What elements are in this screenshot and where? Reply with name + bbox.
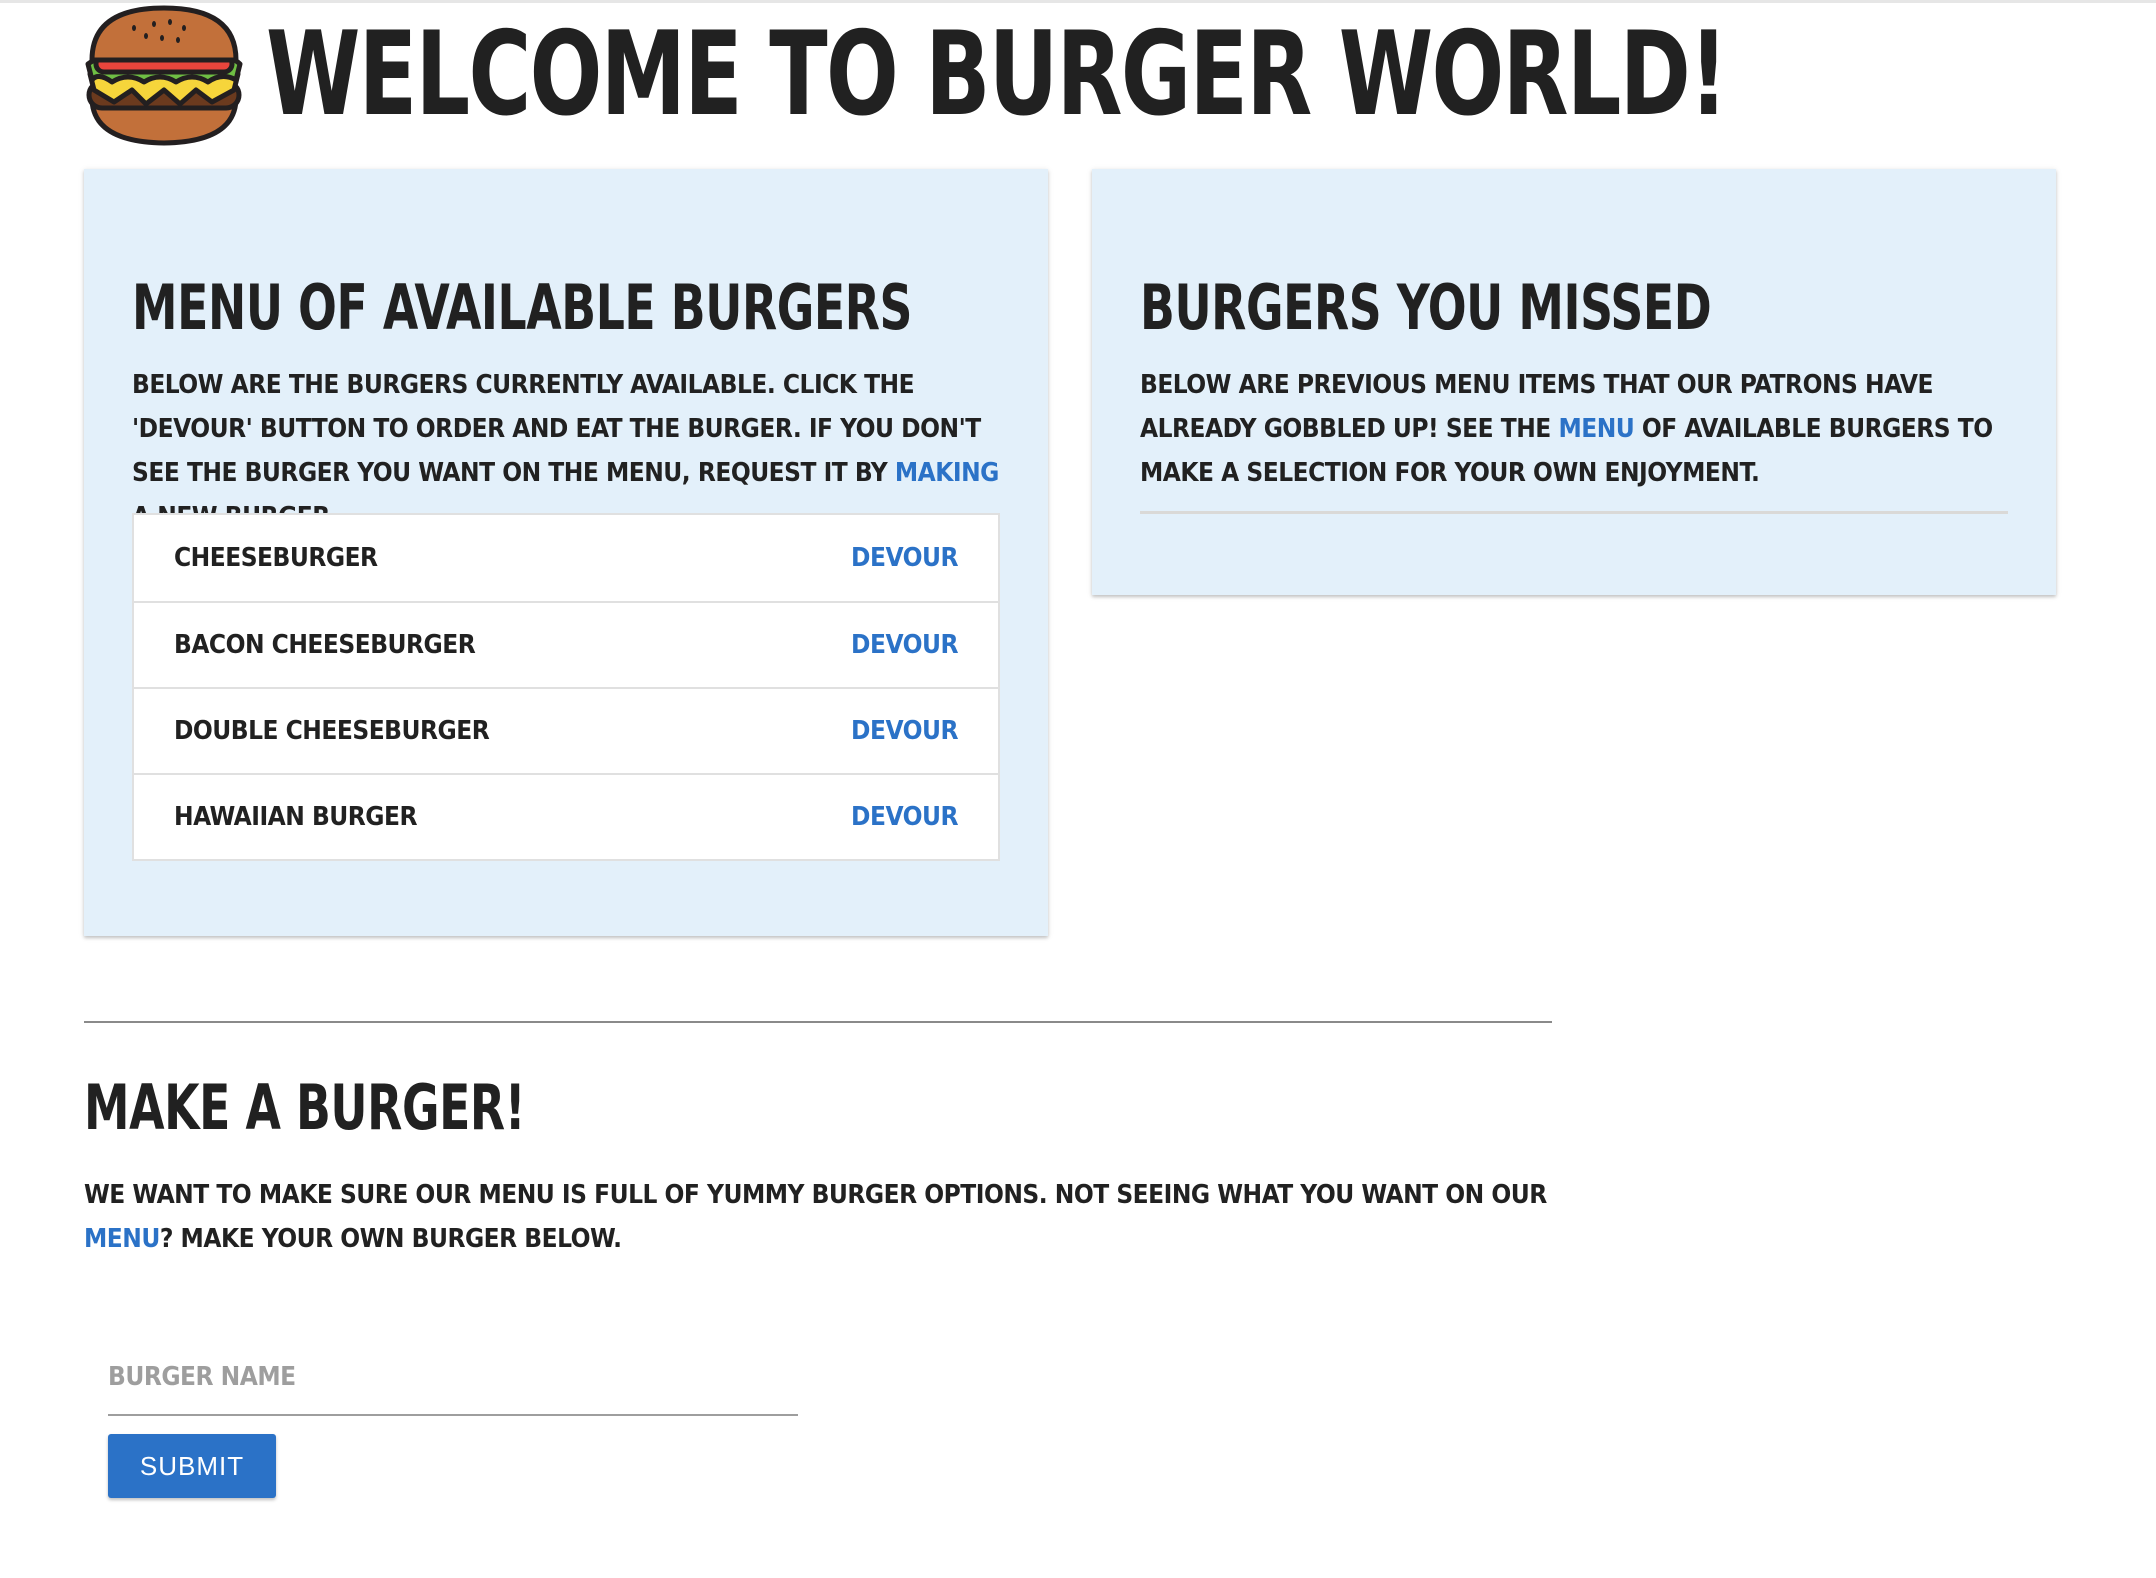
devour-button[interactable]: DEVOUR [851,543,958,573]
menu-link[interactable]: MENU [1558,414,1634,444]
submit-button[interactable]: SUBMIT [108,1434,276,1498]
section-divider [84,1021,1552,1023]
burger-icon [85,5,243,146]
list-item: BACON CHEESEBURGER DEVOUR [134,601,998,687]
page-title: WELCOME TO BURGER WORLD! [266,7,1728,142]
missed-burgers-card: BURGERS YOU MISSED BELOW ARE PREVIOUS ME… [1092,169,2056,595]
menu-card: MENU OF AVAILABLE BURGERS BELOW ARE THE … [84,169,1048,936]
burger-name-input[interactable] [108,1340,798,1416]
list-item: HAWAIIAN BURGER DEVOUR [134,773,998,859]
make-burger-description: WE WANT TO MAKE SURE OUR MENU IS FULL OF… [84,1173,1552,1261]
missed-card-description: BELOW ARE PREVIOUS MENU ITEMS THAT OUR P… [1140,363,2008,495]
devour-button[interactable]: DEVOUR [851,802,958,832]
make-text-start: WE WANT TO MAKE SURE OUR MENU IS FULL OF… [84,1180,1547,1210]
make-burger-title: MAKE A BURGER! [84,1071,526,1144]
page: WELCOME TO BURGER WORLD! MENU OF AVAILAB… [0,0,2156,1578]
making-link[interactable]: MAKING [895,458,999,488]
site-header: WELCOME TO BURGER WORLD! [84,0,2047,150]
burger-name: CHEESEBURGER [174,543,378,573]
burger-name: BACON CHEESEBURGER [174,630,476,660]
make-burger-form: SUBMIT [108,1340,798,1498]
devour-button[interactable]: DEVOUR [851,630,958,660]
menu-link[interactable]: MENU [84,1224,160,1254]
menu-card-title: MENU OF AVAILABLE BURGERS [132,271,913,344]
menu-card-text-start: BELOW ARE THE BURGERS CURRENTLY AVAILABL… [132,370,981,488]
burger-list: CHEESEBURGER DEVOUR BACON CHEESEBURGER D… [132,513,1000,861]
make-text-end: ? MAKE YOUR OWN BURGER BELOW. [159,1224,622,1254]
burger-name: DOUBLE CHEESEBURGER [174,716,490,746]
burger-name: HAWAIIAN BURGER [174,802,418,832]
missed-list-divider [1140,511,2008,514]
list-item: CHEESEBURGER DEVOUR [134,515,998,601]
missed-card-title: BURGERS YOU MISSED [1140,271,1712,344]
devour-button[interactable]: DEVOUR [851,716,958,746]
list-item: DOUBLE CHEESEBURGER DEVOUR [134,687,998,773]
